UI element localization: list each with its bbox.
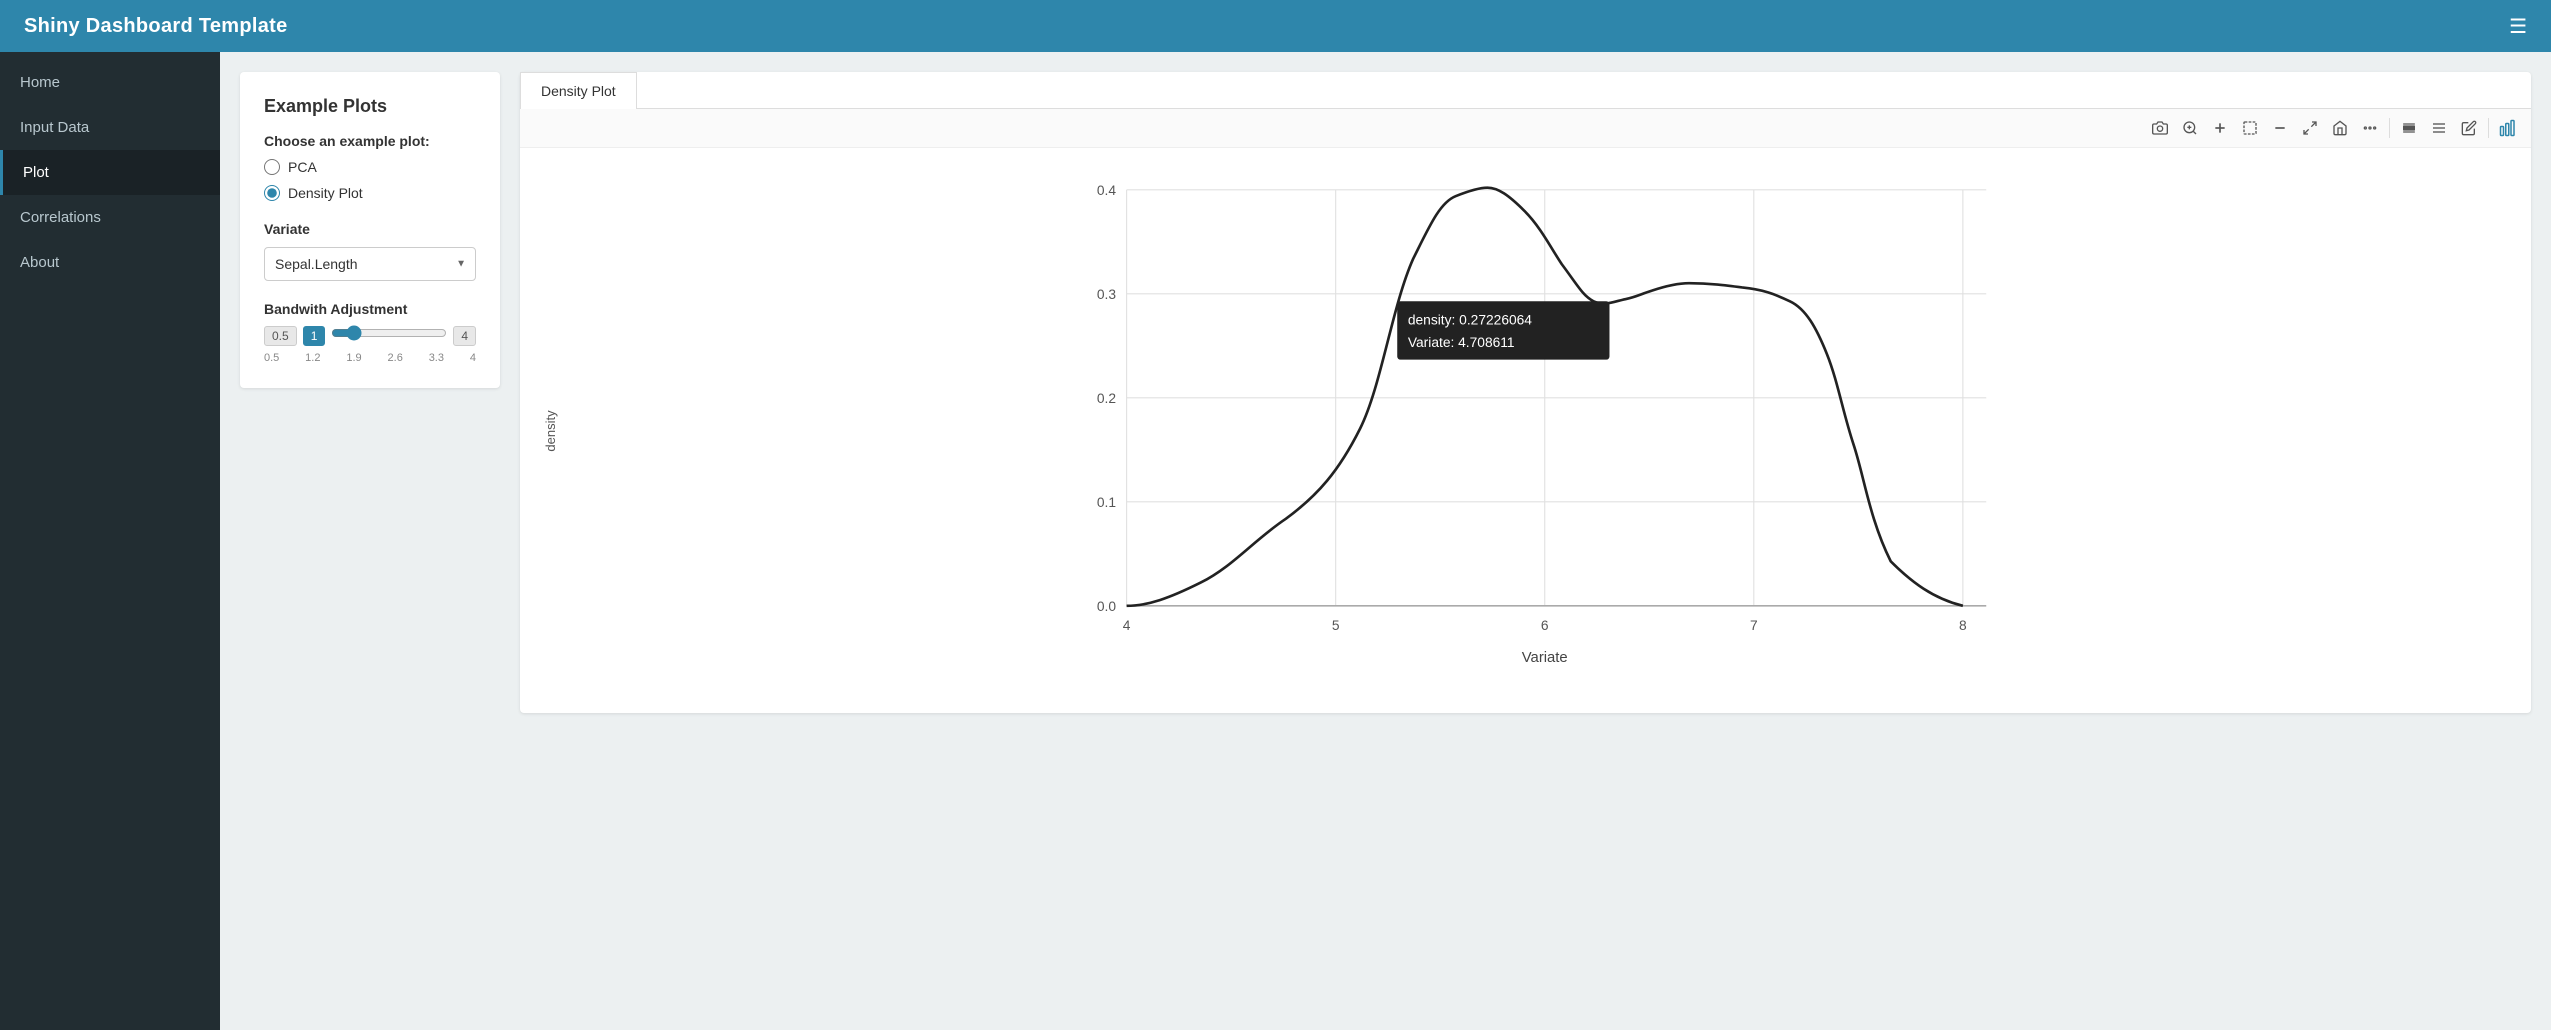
plot-tabs: Density Plot: [520, 72, 2531, 109]
radio-density-input[interactable]: [264, 185, 280, 201]
main-content: Example Plots Choose an example plot: PC…: [220, 52, 2551, 1030]
bandwidth-section: Bandwith Adjustment 0.5 1 4 0.5 1.2 1.9 …: [264, 301, 476, 364]
slider-ticks: 0.5 1.2 1.9 2.6 3.3 4: [264, 352, 476, 364]
svg-text:4: 4: [1123, 618, 1131, 633]
variate-select-wrapper: Sepal.Length Sepal.Width Petal.Length Pe…: [264, 247, 476, 281]
sidebar-item-input-data[interactable]: Input Data: [0, 105, 220, 150]
svg-text:0.2: 0.2: [1097, 391, 1116, 406]
sidebar-item-plot[interactable]: Plot: [0, 150, 220, 195]
toolbar-lines[interactable]: [2426, 115, 2452, 141]
radio-density-label: Density Plot: [288, 185, 363, 201]
right-panel: Density Plot: [520, 72, 2531, 713]
variate-select[interactable]: Sepal.Length Sepal.Width Petal.Length Pe…: [264, 247, 476, 281]
toolbar-home[interactable]: [2327, 115, 2353, 141]
sidebar: Home Input Data Plot Correlations About: [0, 52, 220, 1030]
slider-wrapper: [331, 325, 447, 346]
svg-text:Variate: 4.708611: Variate: 4.708611: [1408, 335, 1515, 350]
radio-density[interactable]: Density Plot: [264, 185, 476, 201]
variate-label: Variate: [264, 221, 476, 237]
variate-section: Variate Sepal.Length Sepal.Width Petal.L…: [264, 221, 476, 281]
toolbar-divider-2: [2488, 118, 2489, 138]
svg-text:Variate: Variate: [1522, 650, 1568, 666]
sidebar-item-home[interactable]: Home: [0, 60, 220, 105]
toolbar-edit[interactable]: [2456, 115, 2482, 141]
svg-text:6: 6: [1541, 618, 1549, 633]
toolbar-camera[interactable]: [2147, 115, 2173, 141]
app-title: Shiny Dashboard Template: [24, 15, 288, 38]
radio-pca-input[interactable]: [264, 159, 280, 175]
radio-pca[interactable]: PCA: [264, 159, 476, 175]
bandwidth-min-badge: 0.5: [264, 326, 297, 346]
toolbar-divider: [2389, 118, 2390, 138]
svg-text:density: 0.27226064: density: 0.27226064: [1408, 313, 1532, 328]
sidebar-item-about[interactable]: About: [0, 240, 220, 285]
app-header: Shiny Dashboard Template ☰: [0, 0, 2551, 52]
y-axis-label: density: [543, 410, 558, 451]
toolbar-box-select[interactable]: [2237, 115, 2263, 141]
density-chart: 0.4 0.3 0.2 0.1 0.0 4 5 6 7 8: [570, 158, 2511, 678]
radio-pca-label: PCA: [288, 159, 317, 175]
svg-text:5: 5: [1332, 618, 1340, 633]
svg-text:0.0: 0.0: [1097, 599, 1116, 614]
menu-icon[interactable]: ☰: [2509, 14, 2527, 39]
sidebar-item-correlations[interactable]: Correlations: [0, 195, 220, 240]
bandwidth-current-badge: 1: [303, 326, 326, 346]
plot-radio-group: PCA Density Plot: [264, 159, 476, 201]
panel-title: Example Plots: [264, 96, 476, 117]
toolbar-plus[interactable]: [2207, 115, 2233, 141]
bandwidth-controls: 0.5 1 4: [264, 325, 476, 346]
toolbar-more[interactable]: [2357, 115, 2383, 141]
toolbar-fullscreen[interactable]: [2297, 115, 2323, 141]
svg-text:0.3: 0.3: [1097, 287, 1116, 302]
bandwidth-slider[interactable]: [331, 325, 447, 341]
left-panel: Example Plots Choose an example plot: PC…: [240, 72, 500, 388]
svg-text:0.1: 0.1: [1097, 495, 1116, 510]
tab-density-plot[interactable]: Density Plot: [520, 72, 637, 109]
svg-text:7: 7: [1750, 618, 1758, 633]
toolbar-chart[interactable]: [2495, 115, 2521, 141]
bandwidth-max-badge: 4: [453, 326, 476, 346]
svg-text:0.4: 0.4: [1097, 183, 1116, 198]
body-layout: Home Input Data Plot Correlations About …: [0, 52, 2551, 1030]
toolbar-minus[interactable]: [2267, 115, 2293, 141]
svg-text:8: 8: [1959, 618, 1967, 633]
bandwidth-label: Bandwith Adjustment: [264, 301, 476, 317]
toolbar-zoom[interactable]: [2177, 115, 2203, 141]
plot-area: density 0.4 0.3: [520, 148, 2531, 713]
toolbar-drag[interactable]: [2396, 115, 2422, 141]
plot-choice-label: Choose an example plot:: [264, 133, 476, 149]
plot-toolbar: [520, 109, 2531, 148]
